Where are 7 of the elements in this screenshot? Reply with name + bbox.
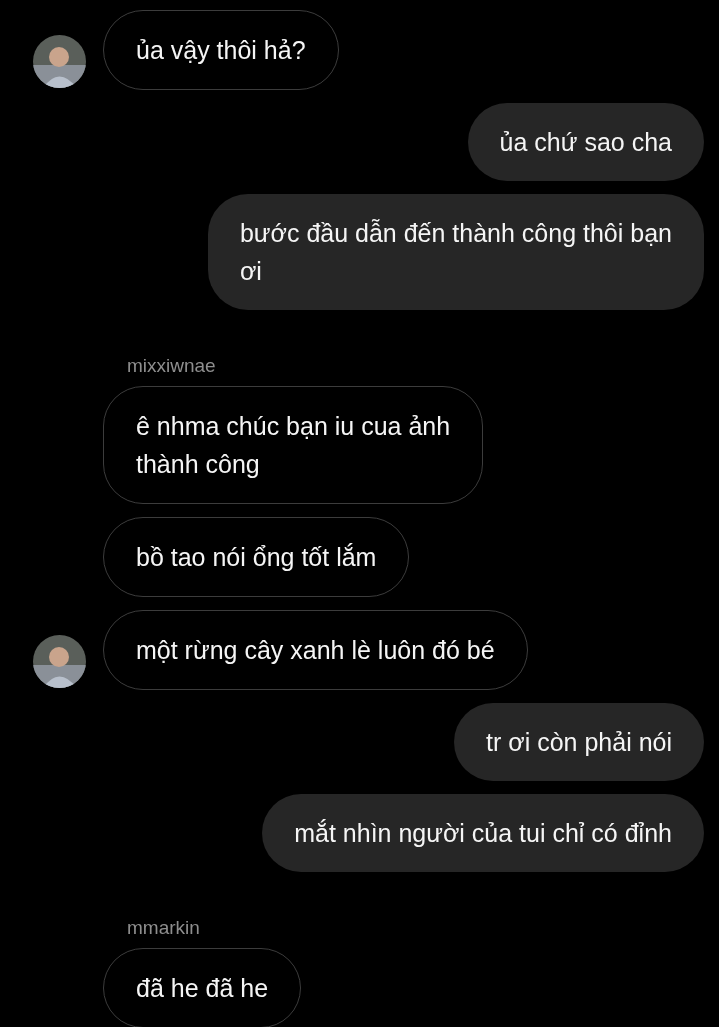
message-bubble: bước đầu dẫn đến thành công thôi bạn ơi [207,194,704,310]
message-bubble: tr ơi còn phải nói [454,703,704,781]
sender-name: mixxiwnae [127,355,216,377]
message-bubble: mắt nhìn người của tui chỉ có đỉnh [262,794,704,872]
sender-name: mmarkin [127,917,200,939]
message-bubble: ủa chứ sao cha [467,103,704,181]
message-bubble: ê nhma chúc bạn iu cua ảnh thành công [103,386,484,504]
